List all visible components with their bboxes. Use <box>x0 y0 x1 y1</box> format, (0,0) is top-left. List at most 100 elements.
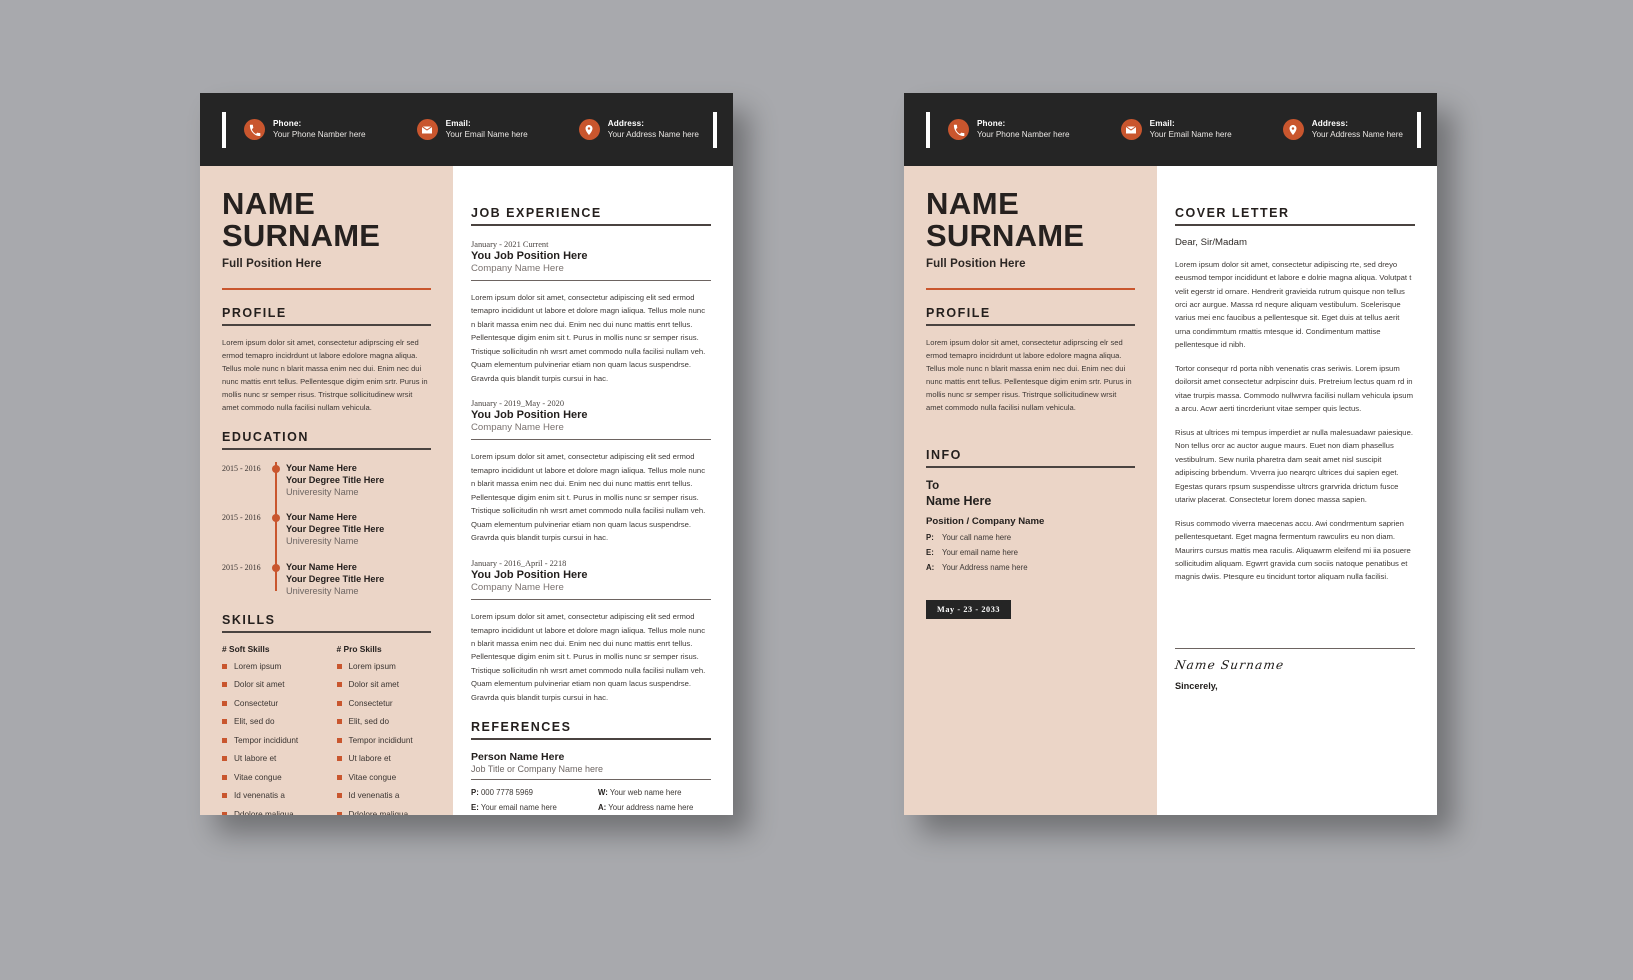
skill-item: Tempor incididunt <box>336 735 432 745</box>
contact-phone[interactable]: Phone: Your Phone Namber here <box>244 119 366 140</box>
education-heading: EDUCATION <box>222 430 309 445</box>
education-year: 2015 - 2016 <box>222 513 261 523</box>
contact-email-value: Your Email Name here <box>1149 129 1232 139</box>
education-item: 2015 - 2016 Your Name Here Your Degree T… <box>222 461 431 512</box>
date-badge: May - 23 - 2033 <box>926 599 1012 619</box>
contact-email[interactable]: Email: Your Email Name here <box>1120 119 1232 140</box>
contact-phone-label: Phone: <box>977 119 1006 128</box>
skill-label: Id venenatis a <box>234 791 285 801</box>
reference-email-value: Your email name here <box>480 803 557 813</box>
info-email-key: E: <box>926 547 934 557</box>
education-name: Your Name Here <box>286 512 357 523</box>
job-divider <box>471 279 711 281</box>
square-bullet-icon <box>336 774 342 780</box>
timeline-dot-icon <box>271 464 280 473</box>
contact-address[interactable]: Address: Your Address Name here <box>1282 119 1403 140</box>
contact-email-value: Your Email Name here <box>445 129 528 139</box>
job-title: You Job Position Here <box>471 409 588 422</box>
skill-item: Consectetur <box>336 698 432 708</box>
square-bullet-icon <box>336 663 342 669</box>
square-bullet-icon <box>336 793 342 799</box>
job-entry: January - 2019_May - 2020 You Job Positi… <box>471 399 711 545</box>
skill-label: Dolor sit amet <box>234 680 285 690</box>
cover-letter-salutation: Dear, Sir/Madam <box>1175 236 1247 248</box>
reference-address-value: Your address name here <box>608 803 694 813</box>
skill-label: Dolor sit amet <box>348 680 400 690</box>
info-to-name: Name Here <box>926 493 992 508</box>
contact-email[interactable]: Email: Your Email Name here <box>416 119 528 140</box>
skill-label: Ddolore maliqua <box>234 809 294 815</box>
header-contacts: Phone: Your Phone Namber here Email: You… <box>930 119 1417 140</box>
address-icon <box>1282 119 1304 140</box>
info-address-key: A: <box>926 562 935 572</box>
job-date: January - 2016_April - 2218 <box>471 558 567 568</box>
pro-skills-title: # Pro Skills <box>336 643 382 654</box>
cover-letter-paragraph: Lorem ipsum dolor sit amet, consectetur … <box>1175 259 1412 350</box>
education-list: 2015 - 2016 Your Name Here Your Degree T… <box>222 461 431 597</box>
square-bullet-icon <box>222 700 227 706</box>
skill-label: Tempor incididunt <box>348 735 413 745</box>
education-name: Your Name Here <box>286 561 357 572</box>
reference-divider <box>471 778 711 781</box>
education-item: 2015 - 2016 Your Name Here Your Degree T… <box>222 560 431 597</box>
info-address-row: A: Your Address name here <box>926 563 1135 572</box>
email-icon <box>1120 119 1142 140</box>
timeline-rail <box>270 511 286 562</box>
job-entry: January - 2021 Current You Job Position … <box>471 240 711 386</box>
square-bullet-icon <box>222 756 227 762</box>
square-bullet-icon <box>336 756 342 762</box>
info-heading-rule <box>926 466 1135 468</box>
square-bullet-icon <box>222 793 227 799</box>
resume-sidebar: NAME SURNAME Full Position Here PROFILE … <box>200 166 453 815</box>
cover-letter-body: NAME SURNAME Full Position Here PROFILE … <box>904 166 1437 815</box>
education-university: Univeresity Name <box>286 585 359 596</box>
timeline-rail <box>270 461 286 512</box>
profile-text: Lorem ipsum dolor sit amet, consectetur … <box>926 337 1132 413</box>
job-experience-heading-rule <box>471 224 711 226</box>
skill-item: Consectetur <box>222 699 317 708</box>
skill-item: Vitae congue <box>222 773 317 782</box>
contact-header-bar: Phone: Your Phone Namber here Email: You… <box>200 93 733 166</box>
square-bullet-icon <box>222 737 227 743</box>
job-date: January - 2021 Current <box>471 239 549 249</box>
skill-item: Id venenatis a <box>336 791 432 800</box>
info-phone-key: P: <box>926 532 934 542</box>
reference-phone-key: P: <box>471 788 479 798</box>
skill-label: Vitae congue <box>348 772 397 782</box>
reference-contact-grid: P: 000 7778 5969 E: Your email name here… <box>471 788 711 815</box>
skill-item: Id venenatis a <box>222 791 317 800</box>
education-item: 2015 - 2016 Your Name Here Your Degree T… <box>222 511 431 562</box>
accent-divider <box>222 288 431 291</box>
skill-item: Dolor sit amet <box>336 680 432 690</box>
reference-web: W: Your web name here <box>598 788 711 797</box>
skill-label: Elit, sed do <box>348 717 390 727</box>
contact-phone[interactable]: Phone: Your Phone Namber here <box>948 119 1070 140</box>
signature-name: Name Surname <box>1174 658 1286 673</box>
reference-contact-right: W: Your web name here A: Your address na… <box>598 788 711 815</box>
job-description: Lorem ipsum dolor sit amet, consectetur … <box>471 452 706 543</box>
skill-label: Consectetur <box>348 698 393 708</box>
cover-letter-heading-rule <box>1175 224 1415 226</box>
job-description: Lorem ipsum dolor sit amet, consectetur … <box>471 612 706 702</box>
address-icon <box>578 119 600 140</box>
job-divider <box>471 439 711 441</box>
job-company: Company Name Here <box>471 581 564 593</box>
soft-skills-column: # Soft Skills Lorem ipsum Dolor sit amet… <box>222 644 317 815</box>
references-heading: REFERENCES <box>471 720 572 735</box>
resume-page: Phone: Your Phone Namber here Email: You… <box>200 93 733 815</box>
info-heading: INFO <box>926 448 962 463</box>
info-phone-value: Your call name here <box>942 532 1012 542</box>
signature-block: Name Surname Sincerely, <box>1174 647 1415 691</box>
reference-role: Job Title or Company Name here <box>471 763 604 774</box>
education-year: 2015 - 2016 <box>222 562 261 572</box>
skill-item: Vitae congue <box>336 772 432 782</box>
profile-heading-rule <box>926 324 1135 326</box>
skill-label: Elit, sed do <box>234 717 275 727</box>
skill-label: Vitae congue <box>234 772 282 782</box>
contact-address[interactable]: Address: Your Address Name here <box>578 119 699 140</box>
job-experience-heading: JOB EXPERIENCE <box>471 206 602 220</box>
reference-web-key: W: <box>598 788 608 798</box>
skill-item: Elit, sed do <box>222 717 317 726</box>
contact-address-value: Your Address Name here <box>1311 129 1403 139</box>
info-email-value: Your email name here <box>942 547 1018 557</box>
